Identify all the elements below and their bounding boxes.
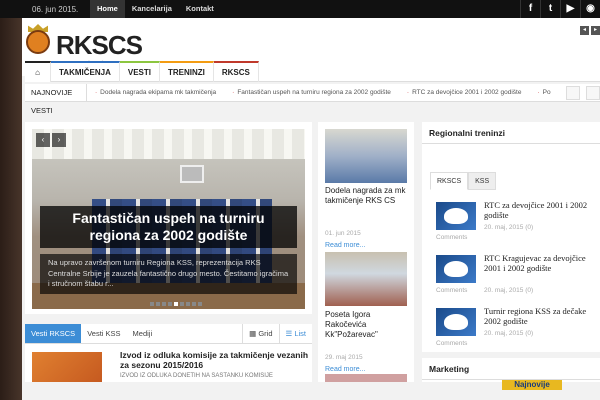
news-ticker: NAJNOVIJE VESTI · Dodela nagrada ekipama … [25,83,600,115]
top-link-kancelarija[interactable]: Kancelarija [125,0,179,18]
basketball-icon [26,30,50,54]
rss-icon[interactable]: ◉ [580,0,600,18]
post-date: 01. jun 2015 [325,230,361,237]
nav-takmicenja[interactable]: TAKMIČENJA [51,61,120,82]
kss-logo-icon [436,202,476,230]
training-item[interactable]: RTC Kragujevac za devojčice 2001 i 2002 … [436,253,600,299]
grid-view-button[interactable]: ▦ Grid [242,324,278,343]
nav-rkscs[interactable]: RKSCS [213,61,259,82]
kss-logo-icon [436,255,476,283]
training-item[interactable]: RTC za devojčice 2001 i 2002 godište 20.… [436,200,600,246]
post-thumbnail[interactable] [325,252,407,306]
post-title[interactable]: Poseta Igora Rakočevića Kk"Požarevac" [325,310,413,340]
ticker-item[interactable]: · Dodela nagrada ekipama mk takmičenja [87,89,224,96]
article-title[interactable]: Izvod iz odluka komisije za takmičenje v… [120,350,310,370]
read-more-link[interactable]: Read more... [325,242,365,249]
list-view-button[interactable]: ☰ List [278,324,312,343]
sidebar-marketing: Marketing Najnovije [422,358,600,390]
article-thumbnail[interactable] [32,352,102,382]
chevron-right-icon[interactable]: ▸ [591,26,600,35]
twitter-icon[interactable]: t [540,0,560,18]
read-more-link[interactable]: Read more... [325,366,365,373]
current-date: 06. jun 2015. [32,4,79,14]
nav-vesti[interactable]: VESTI [119,61,160,82]
slide-text: Na upravo završenom turniru Regiona KSS,… [40,254,297,294]
training-date: 20. maj, 2015 (0) [484,287,534,294]
ticker-item[interactable]: · Po [529,89,558,96]
news-tabs: Vesti RKSCS Vesti KSS Mediji ▦ Grid ☰ Li… [25,324,312,382]
ticker-item[interactable]: · Fantastičan uspeh na turniru regiona za… [224,89,399,96]
training-title[interactable]: RTC Kragujevac za devojčice 2001 i 2002 … [484,253,600,273]
comments-link[interactable]: Comments [436,234,467,241]
featured-slider: ‹ › Fantastičan uspeh na turniru regiona… [25,122,312,314]
youtube-icon[interactable]: ▶ [560,0,580,18]
site-logo[interactable]: RKSCS [56,30,143,61]
chevron-left-icon[interactable]: ◂ [580,26,589,35]
basketball-hoop [180,165,204,183]
nav-treninzi[interactable]: TRENINZI [159,61,214,82]
social-links: f t ▶ ◉ [520,0,600,18]
slide-caption: Fantastičan uspeh na turniru regiona za … [40,206,297,304]
slide-image[interactable]: ‹ › Fantastičan uspeh na turniru regiona… [32,129,305,309]
header-arrows: ◂ ▸ [580,26,600,35]
sidebar-tab-rkscs[interactable]: RKSCS [430,172,469,190]
training-title[interactable]: RTC za devojčice 2001 i 2002 godište [484,200,600,220]
ticker-next-icon[interactable] [586,86,600,100]
top-bar: 06. jun 2015. Home Kancelarija Kontakt f… [0,0,600,18]
grid-icon: ▦ [249,329,259,338]
marketing-badge[interactable]: Najnovije [502,380,562,390]
ticker-tools [566,86,600,100]
ticker-item[interactable]: · RTC za devojčice 2001 i 2002 godište [399,89,530,96]
middle-column: Dodela nagrada za mk takmičenje RKS CS 0… [318,122,414,382]
top-link-home[interactable]: Home [90,0,125,18]
slide-title[interactable]: Fantastičan uspeh na turniru regiona za … [40,206,297,248]
kss-logo-icon [436,308,476,336]
top-link-kontakt[interactable]: Kontakt [179,0,221,18]
sidebar-regional-trainings: Regionalni treninzi RKSCS KSS RTC za dev… [422,122,600,352]
slider-next-icon[interactable]: › [52,133,66,147]
sidebar-title: Regionalni treninzi [422,122,600,144]
ticker-pause-icon[interactable] [566,86,580,100]
tab-vesti-rkscs[interactable]: Vesti RKSCS [25,324,82,343]
main-nav: ⌂ TAKMIČENJA VESTI TRENINZI RKSCS [25,61,600,82]
training-date: 20. maj, 2015 (0) [484,330,534,337]
training-date: 20. maj, 2015 (0) [484,224,534,231]
article-excerpt: IZVOD IZ ODLUKA DONETIH NA SASTANKU KOMI… [120,373,273,379]
marketing-title: Marketing [422,358,600,380]
sidebar-tab-kss[interactable]: KSS [468,172,497,190]
list-icon: ☰ [285,329,295,338]
training-item[interactable]: Turnir regiona KSS za dečake 2002 godišt… [436,306,600,352]
tab-mediji[interactable]: Mediji [127,324,159,343]
ticker-label: NAJNOVIJE VESTI [25,83,87,115]
comments-link[interactable]: Comments [436,287,467,294]
sidebar-tabs: RKSCS KSS [430,172,497,190]
post-title[interactable]: Dodela nagrada za mk takmičenje RKS CS [325,186,413,206]
home-icon: ⌂ [35,68,40,77]
nav-home[interactable]: ⌂ [25,61,51,82]
post-thumbnail[interactable] [325,129,407,183]
post-thumbnail[interactable] [325,374,407,382]
training-title[interactable]: Turnir regiona KSS za dečake 2002 godišt… [484,306,600,326]
post-date: 29. maj 2015 [325,354,363,361]
facebook-icon[interactable]: f [520,0,540,18]
slider-dots [150,302,202,306]
comments-link[interactable]: Comments [436,340,467,347]
slider-prev-icon[interactable]: ‹ [36,133,50,147]
tab-vesti-kss[interactable]: Vesti KSS [81,324,126,343]
